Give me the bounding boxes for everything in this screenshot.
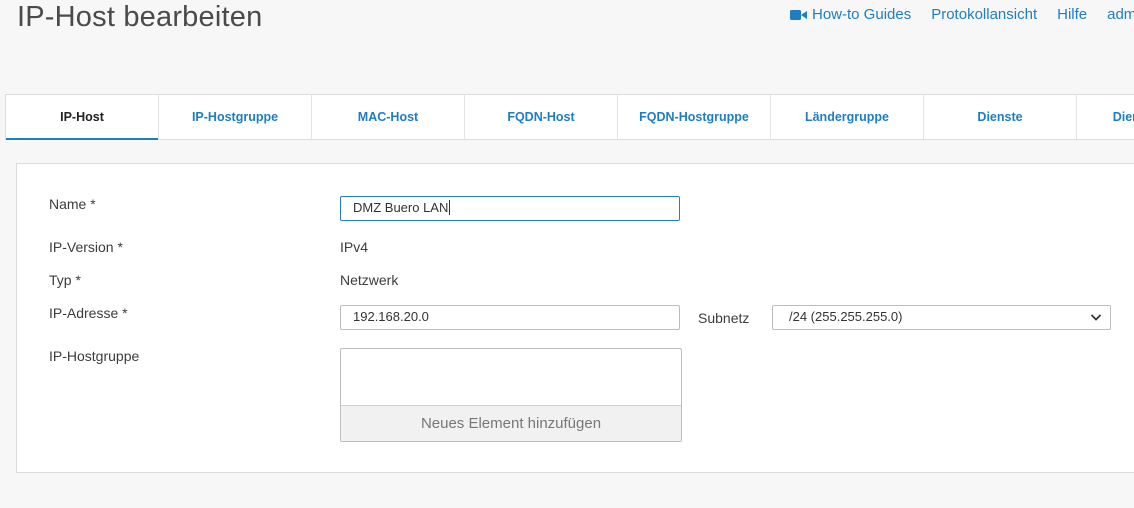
chevron-down-icon — [1090, 314, 1102, 321]
page: IP-Host bearbeiten How-to Guides Protoko… — [0, 0, 1134, 508]
video-camera-icon — [790, 9, 807, 20]
hilfe-link[interactable]: Hilfe — [1057, 6, 1087, 23]
page-title: IP-Host bearbeiten — [17, 1, 263, 33]
name-input[interactable]: DMZ Buero LAN — [340, 196, 680, 221]
protokollansicht-link[interactable]: Protokollansicht — [931, 6, 1037, 23]
tab-fqdn-hostgruppe[interactable]: FQDN-Hostgruppe — [618, 95, 771, 139]
tab-mac-host[interactable]: MAC-Host — [312, 95, 465, 139]
type-value: Netzwerk — [340, 272, 399, 288]
ip-hostgroup-listbox[interactable]: Neues Element hinzufügen — [340, 348, 682, 442]
tab-laendergruppe[interactable]: Ländergruppe — [771, 95, 924, 139]
tab-fqdn-host[interactable]: FQDN-Host — [465, 95, 618, 139]
tab-ip-hostgruppe[interactable]: IP-Hostgruppe — [159, 95, 312, 139]
tab-dienste[interactable]: Dienste — [924, 95, 1077, 139]
ip-version-label: IP-Version * — [49, 239, 123, 255]
ip-hostgroup-label: IP-Hostgruppe — [49, 348, 140, 364]
subnet-select[interactable]: /24 (255.255.255.0) — [772, 305, 1111, 330]
tab-ip-host[interactable]: IP-Host — [6, 95, 159, 140]
tab-bar: IP-Host IP-Hostgruppe MAC-Host FQDN-Host… — [5, 94, 1134, 140]
howto-guides-link[interactable]: How-to Guides — [790, 6, 911, 23]
name-input-value: DMZ Buero LAN — [353, 200, 449, 215]
name-label: Name * — [49, 196, 96, 212]
ip-version-value: IPv4 — [340, 239, 369, 255]
text-caret — [449, 200, 451, 215]
subnet-label: Subnetz — [698, 310, 750, 326]
subnet-select-value: /24 (255.255.255.0) — [789, 309, 903, 324]
ip-address-label: IP-Adresse * — [49, 305, 128, 321]
add-element-button[interactable]: Neues Element hinzufügen — [341, 405, 681, 441]
tab-dienstgruppe[interactable]: Dienstgruppe — [1077, 95, 1134, 139]
type-label: Typ * — [49, 272, 81, 288]
admin-user-link[interactable]: admin — [1107, 6, 1134, 23]
ip-address-input[interactable]: 192.168.20.0 — [340, 305, 680, 330]
header-links: How-to Guides Protokollansicht Hilfe adm… — [790, 6, 1134, 23]
howto-guides-label: How-to Guides — [812, 6, 912, 23]
